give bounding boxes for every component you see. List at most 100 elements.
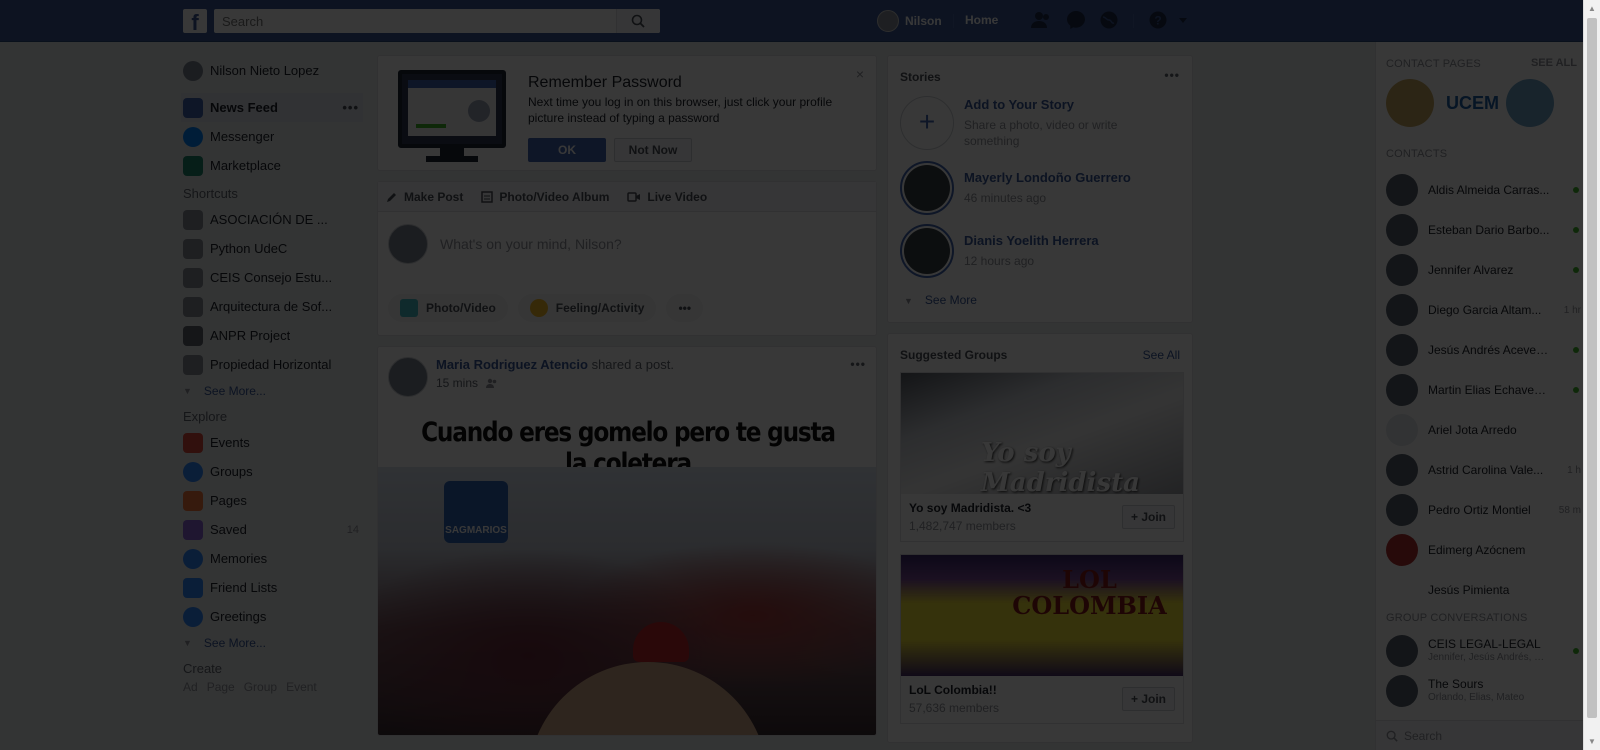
- shortcut-item[interactable]: Propiedad Horizontal: [183, 350, 361, 379]
- avatar: [1386, 334, 1418, 366]
- profile-shortcut[interactable]: Nilson Nieto Lopez: [183, 56, 361, 85]
- shortcut-item[interactable]: Python UdeC: [183, 234, 361, 263]
- contact-item[interactable]: Martin Elias Echavez...: [1386, 373, 1581, 407]
- sidebar-item-news-feed[interactable]: News Feed •••: [181, 93, 363, 122]
- shortcut-item[interactable]: CEIS Consejo Estu...: [183, 263, 361, 292]
- post-timestamp[interactable]: 15 mins: [436, 376, 478, 390]
- chat-sidebar: CONTACT PAGES SEE ALL UCEM CONTACTS Aldi…: [1375, 42, 1584, 750]
- search-button[interactable]: [616, 9, 660, 33]
- contact-item[interactable]: Astrid Carolina Vale... 1 h: [1386, 453, 1581, 487]
- not-now-button[interactable]: Not Now: [614, 138, 692, 162]
- notifications-globe-icon[interactable]: [1097, 10, 1121, 32]
- shortcut-label: Arquitectura de Sof...: [210, 299, 333, 314]
- ok-button[interactable]: OK: [528, 138, 606, 162]
- contact-name: Martin Elias Echavez...: [1428, 383, 1550, 397]
- contact-item[interactable]: Edimerg Azócnem: [1386, 533, 1581, 567]
- tab-photo-video-album[interactable]: Photo/Video Album: [481, 190, 609, 204]
- sidebar-item-memories[interactable]: Memories: [183, 544, 361, 573]
- group-conversation-item[interactable]: The Sours Orlando, Elias, Mateo: [1386, 674, 1581, 708]
- group-conversation-item[interactable]: CEIS LEGAL-LEGAL Jennifer, Jesús Andrés, …: [1386, 634, 1581, 668]
- avatar[interactable]: [388, 357, 428, 397]
- tab-live-video[interactable]: Live Video: [627, 190, 707, 204]
- see-more-label: See More: [924, 293, 977, 307]
- shortcut-item[interactable]: ANPR Project: [183, 321, 361, 350]
- contact-item[interactable]: Diego Garcia Altam... 1 hr: [1386, 293, 1581, 327]
- contact-item[interactable]: Aldis Almeida Carras...: [1386, 173, 1581, 207]
- group-name[interactable]: Yo soy Madridista. <3: [909, 501, 1031, 515]
- create-event-link[interactable]: Event: [286, 680, 317, 694]
- story-item[interactable]: Mayerly Londoño Guerrero 46 minutes ago: [900, 161, 1164, 215]
- scroll-down-icon[interactable]: ▼: [1588, 737, 1596, 746]
- sidebar-item-groups[interactable]: Groups: [183, 457, 361, 486]
- sidebar-item-marketplace[interactable]: Marketplace: [183, 151, 361, 180]
- friends-audience-icon[interactable]: [486, 378, 498, 388]
- page-avatar[interactable]: UCEM: [1446, 79, 1499, 127]
- friend-lists-icon: [183, 577, 203, 598]
- scrollbar-thumb[interactable]: [1587, 18, 1597, 718]
- scroll-up-icon[interactable]: ▲: [1588, 4, 1596, 13]
- sidebar-item-saved[interactable]: Saved 14: [183, 515, 361, 544]
- profile-link[interactable]: Nilson: [877, 10, 942, 32]
- story-item[interactable]: Dianis Yoelith Herrera 12 hours ago: [900, 224, 1164, 278]
- friend-requests-icon[interactable]: [1030, 10, 1054, 32]
- group-cover-image[interactable]: Yo soy Madridista: [901, 373, 1183, 498]
- group-name[interactable]: LoL Colombia!!: [909, 683, 999, 697]
- group-suggestion[interactable]: LOL COLOMBIA LoL Colombia!! 57,636 membe…: [900, 554, 1184, 724]
- marketplace-icon: [183, 155, 203, 176]
- see-all-pages-link[interactable]: SEE ALL: [1531, 57, 1577, 69]
- create-ad-link[interactable]: Ad: [183, 680, 198, 694]
- page-avatar[interactable]: [1506, 79, 1554, 127]
- explore-see-more[interactable]: ▼ See More...: [183, 631, 361, 655]
- stories-options-icon[interactable]: •••: [1164, 68, 1180, 82]
- composer-placeholder[interactable]: What's on your mind, Nilson?: [440, 236, 622, 252]
- create-group-link[interactable]: Group: [244, 680, 277, 694]
- avatar: [1386, 454, 1418, 486]
- more-options-button[interactable]: •••: [666, 294, 704, 322]
- close-icon[interactable]: ×: [856, 66, 864, 82]
- tab-make-post[interactable]: Make Post: [386, 190, 463, 204]
- photo-video-button[interactable]: Photo/Video: [388, 294, 508, 322]
- see-all-groups-link[interactable]: See All: [1143, 348, 1180, 362]
- contact-item[interactable]: Jennifer Alvarez: [1386, 253, 1581, 287]
- explore-heading: Explore: [183, 409, 228, 424]
- sidebar-item-messenger[interactable]: Messenger: [183, 122, 361, 151]
- sidebar-item-events[interactable]: Events: [183, 428, 361, 457]
- stories-see-more[interactable]: ▼ See More: [904, 293, 977, 307]
- join-group-button[interactable]: + Join: [1121, 505, 1175, 529]
- more-options-icon[interactable]: •••: [342, 100, 359, 115]
- help-icon[interactable]: ?: [1146, 10, 1170, 32]
- facebook-logo-icon[interactable]: f: [183, 9, 207, 33]
- search-input[interactable]: [214, 9, 614, 33]
- add-to-story[interactable]: + Add to Your Story Share a photo, video…: [900, 96, 1164, 150]
- group-suggestion[interactable]: Yo soy Madridista Yo soy Madridista. <3 …: [900, 372, 1184, 542]
- shortcuts-see-more[interactable]: ▼ See More...: [183, 379, 361, 403]
- composer-input-area[interactable]: What's on your mind, Nilson?: [388, 224, 622, 264]
- chat-search-bar[interactable]: Search: [1376, 720, 1584, 750]
- shortcut-item[interactable]: Arquitectura de Sof...: [183, 292, 361, 321]
- contact-item[interactable]: Ariel Jota Arredo: [1386, 413, 1581, 447]
- home-link[interactable]: Home: [965, 13, 998, 27]
- contact-pages-heading: CONTACT PAGES: [1386, 58, 1481, 70]
- post-author-link[interactable]: Maria Rodriguez Atencio: [436, 357, 588, 372]
- post-image[interactable]: SAGMARIOS: [378, 467, 876, 735]
- contact-item[interactable]: Jesús Andrés Acevedo...: [1386, 333, 1581, 367]
- account-menu-arrow-icon[interactable]: [1176, 10, 1190, 32]
- create-page-link[interactable]: Page: [207, 680, 235, 694]
- contact-item[interactable]: Esteban Dario Barbo...: [1386, 213, 1581, 247]
- shortcut-item[interactable]: ASOCIACIÓN DE ...: [183, 205, 361, 234]
- feeling-activity-button[interactable]: Feeling/Activity: [517, 294, 657, 322]
- contact-item[interactable]: Jesús Pimienta: [1386, 573, 1581, 607]
- contact-item[interactable]: Pedro Ortiz Montiel 58 m: [1386, 493, 1581, 527]
- feeling-emoji-icon: [529, 299, 548, 317]
- sidebar-item-greetings[interactable]: Greetings: [183, 602, 361, 631]
- join-group-button[interactable]: + Join: [1121, 687, 1175, 711]
- page-scrollbar[interactable]: ▲ ▼: [1583, 0, 1600, 750]
- post-options-icon[interactable]: •••: [850, 357, 866, 371]
- page-avatar[interactable]: [1386, 79, 1434, 127]
- group-cover-image[interactable]: LOL COLOMBIA: [901, 555, 1183, 676]
- sidebar-item-pages[interactable]: Pages: [183, 486, 361, 515]
- sidebar-item-friend-lists[interactable]: Friend Lists: [183, 573, 361, 602]
- group-conversation-members: Orlando, Elias, Mateo: [1428, 692, 1525, 703]
- see-more-label: See More...: [203, 636, 266, 650]
- messenger-icon[interactable]: [1064, 10, 1088, 32]
